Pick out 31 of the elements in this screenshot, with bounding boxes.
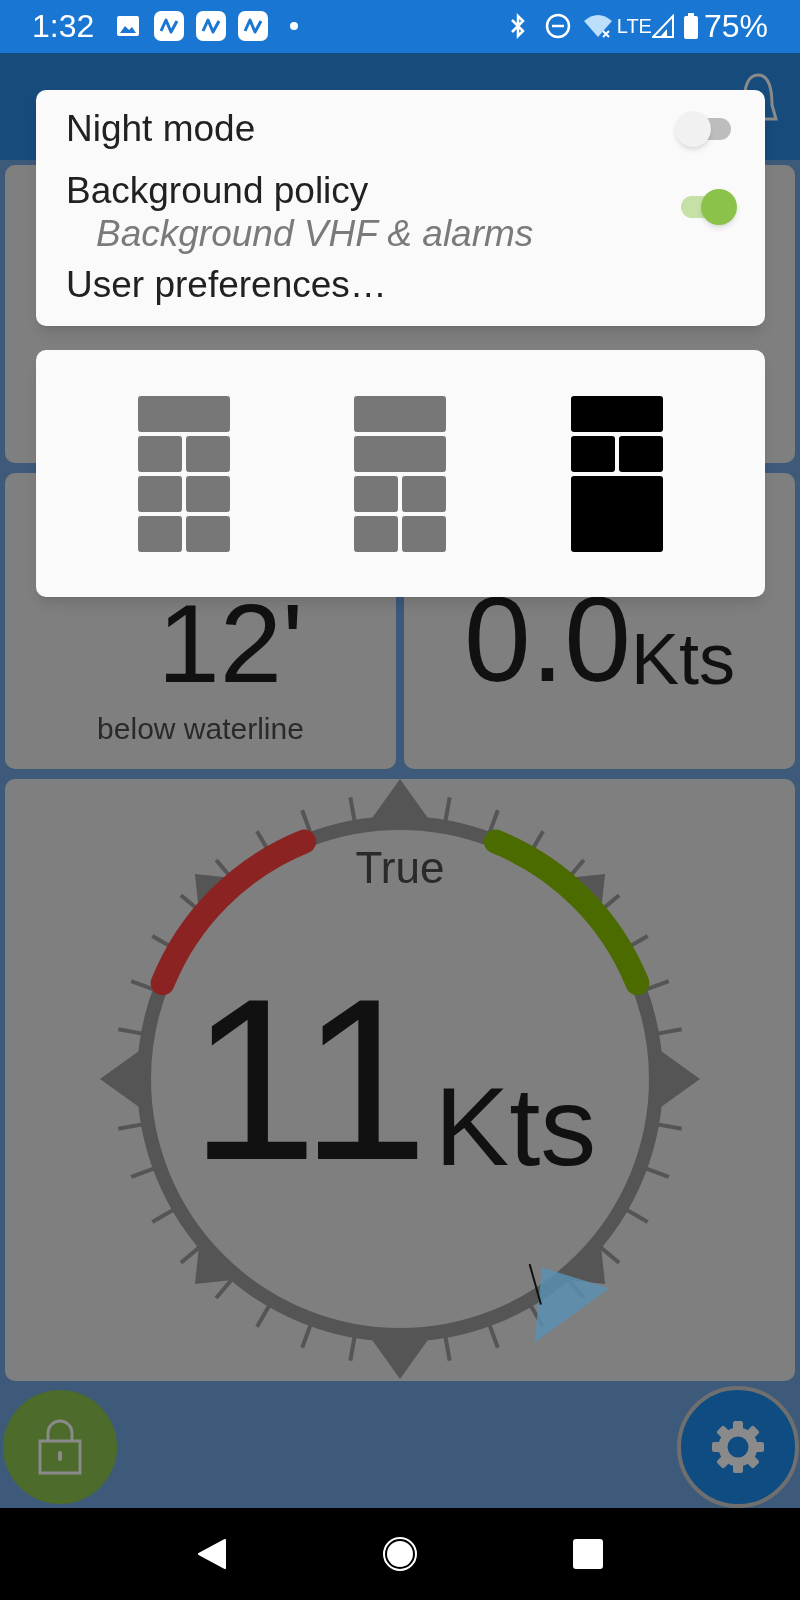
speed-unit: Kts <box>630 622 735 695</box>
clock: 1:32 <box>32 7 95 47</box>
menu-item-label: Background policy <box>66 169 370 213</box>
signal-icon <box>651 14 674 39</box>
wind-speed-unit: Kts <box>434 1070 597 1183</box>
back-icon[interactable] <box>197 1537 228 1570</box>
menu-item-label: User preferences… <box>66 263 388 307</box>
app-notification-icon <box>196 11 227 42</box>
speed-value: 0.0 <box>464 578 631 699</box>
battery-level: 75% <box>703 7 768 47</box>
image-icon <box>116 14 141 39</box>
depth-caption: below waterline <box>97 710 304 747</box>
recents-icon[interactable] <box>572 1538 603 1569</box>
battery-icon <box>683 13 698 40</box>
layout-option[interactable] <box>570 395 663 552</box>
menu-item[interactable]: Night mode <box>36 98 765 160</box>
depth-value: 12' <box>157 587 304 700</box>
menu-item-label: Night mode <box>66 107 257 151</box>
network-type: LTE <box>616 14 652 40</box>
menu-item-subtitle: Background VHF & alarms <box>95 214 535 254</box>
do-not-disturb-icon <box>544 13 571 40</box>
app-notification-icon <box>238 11 269 42</box>
wind-speed-value: 11 <box>189 964 429 1195</box>
wifi-off-icon <box>582 13 613 40</box>
gauge-label: True <box>355 841 445 894</box>
menu-item[interactable]: Background policy Background VHF & alarms <box>36 160 765 254</box>
menu-item[interactable]: User preferences… <box>36 254 765 316</box>
app-notification-icon <box>154 11 185 42</box>
settings-icon <box>710 1418 766 1475</box>
home-icon[interactable] <box>382 1535 418 1572</box>
lock-icon <box>38 1418 82 1475</box>
